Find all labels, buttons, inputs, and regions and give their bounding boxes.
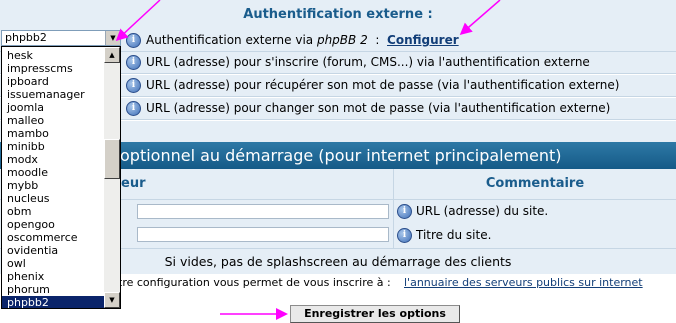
info-icon[interactable]: i <box>126 101 141 116</box>
dropdown-option[interactable]: owl <box>2 257 105 270</box>
dropdown-option[interactable]: nucleus <box>2 192 105 205</box>
site-url-input[interactable] <box>137 204 389 219</box>
dropdown-option[interactable]: obm <box>2 205 105 218</box>
info-icon[interactable]: i <box>126 33 141 48</box>
info-icon[interactable]: i <box>126 55 141 70</box>
external-auth-label: Authentification externe via <box>146 33 317 47</box>
site-url-comment: URL (adresse) du site. <box>416 204 549 218</box>
dropdown-option[interactable]: mybb <box>2 179 105 192</box>
arrow-up-icon[interactable]: ▲ <box>104 47 120 63</box>
dropdown-option[interactable]: modx <box>2 153 105 166</box>
dropdown-option[interactable]: issuemanager <box>2 88 105 101</box>
dropdown-scrollbar[interactable]: ▲ ▼ <box>104 47 120 308</box>
configure-link[interactable]: Configurer <box>387 33 459 47</box>
dropdown-option[interactable]: hesk <box>2 49 105 62</box>
dropdown-option[interactable]: opengoo <box>2 218 105 231</box>
register-url-label: URL (adresse) pour s'inscrire (forum, CM… <box>146 55 590 69</box>
scroll-thumb[interactable] <box>104 139 120 179</box>
dropdown-option[interactable]: phorum <box>2 283 105 296</box>
info-icon[interactable]: i <box>397 204 412 219</box>
dropdown-option[interactable]: phenix <box>2 270 105 283</box>
dropdown-option[interactable]: minibb <box>2 140 105 153</box>
dropdown-option[interactable]: malleo <box>2 114 105 127</box>
info-icon[interactable]: i <box>126 78 141 93</box>
recover-password-url-label: URL (adresse) pour récupérer son mot de … <box>146 78 620 92</box>
change-password-url-label: URL (adresse) pour changer son mot de pa… <box>146 101 611 115</box>
section-title: optionnel au démarrage (pour internet pr… <box>120 146 562 165</box>
external-auth-header: Authentification externe : <box>0 0 676 31</box>
site-title-input[interactable] <box>137 227 389 242</box>
dropdown-option[interactable]: moodle <box>2 166 105 179</box>
save-options-button[interactable]: Enregistrer les options <box>290 305 460 323</box>
comment-column-header: Commentaire <box>394 169 676 200</box>
chevron-down-icon[interactable]: ▼ <box>105 31 120 45</box>
dropdown-option[interactable]: phpbb2 <box>2 296 105 308</box>
dropdown-option[interactable]: impresscms <box>2 62 105 75</box>
selected-value: phpbb2 <box>5 31 47 44</box>
dropdown-option[interactable]: mambo <box>2 127 105 140</box>
dropdown-option[interactable]: joomla <box>2 101 105 114</box>
external-auth-method: phpBB 2 <box>316 33 368 47</box>
info-icon[interactable]: i <box>397 228 412 243</box>
site-title-comment: Titre du site. <box>416 228 492 242</box>
arrow-down-icon[interactable]: ▼ <box>104 292 120 308</box>
public-directory-link[interactable]: l'annuaire des serveurs publics sur inte… <box>404 276 643 289</box>
dropdown-option[interactable]: ipboard <box>2 75 105 88</box>
dropdown-option[interactable]: oscommerce <box>2 231 105 244</box>
footnote-text: tre configuration vous permet de vous in… <box>118 276 391 289</box>
auth-method-select[interactable]: phpbb2 ▼ <box>1 30 121 46</box>
column-divider <box>393 169 394 249</box>
auth-method-dropdown[interactable]: hesk impresscms ipboard issuemanager joomla m… <box>1 46 121 309</box>
dropdown-option[interactable]: ovidentia <box>2 244 105 257</box>
